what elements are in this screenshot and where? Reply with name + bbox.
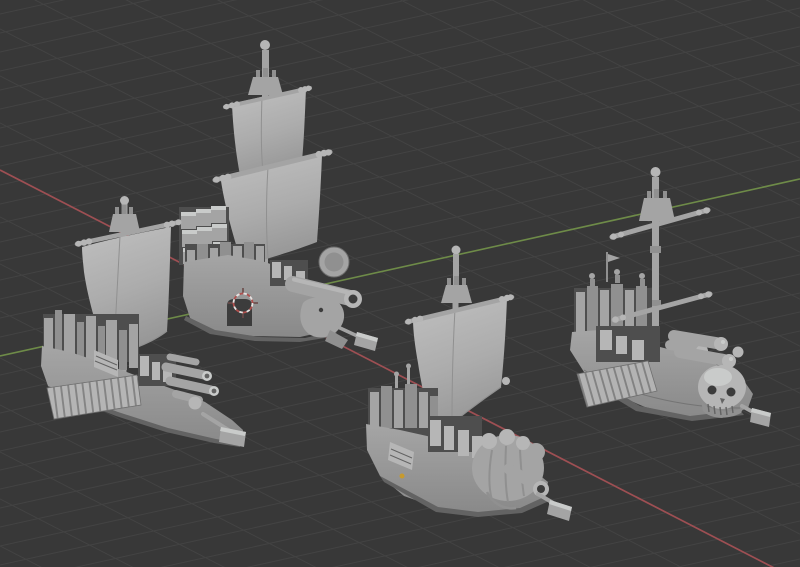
skull-ball xyxy=(188,396,202,410)
skull-eye-left xyxy=(707,385,717,395)
orange-marker-dot xyxy=(399,473,405,479)
ship2-shield-disc[interactable] xyxy=(318,246,350,278)
viewport-canvas xyxy=(0,0,800,567)
cannon-muzzle xyxy=(348,294,358,304)
blender-3d-viewport[interactable] xyxy=(0,0,800,567)
cannon-muzzle xyxy=(537,485,545,493)
skull-eye-right xyxy=(726,387,736,397)
dragon-eye xyxy=(318,307,324,313)
